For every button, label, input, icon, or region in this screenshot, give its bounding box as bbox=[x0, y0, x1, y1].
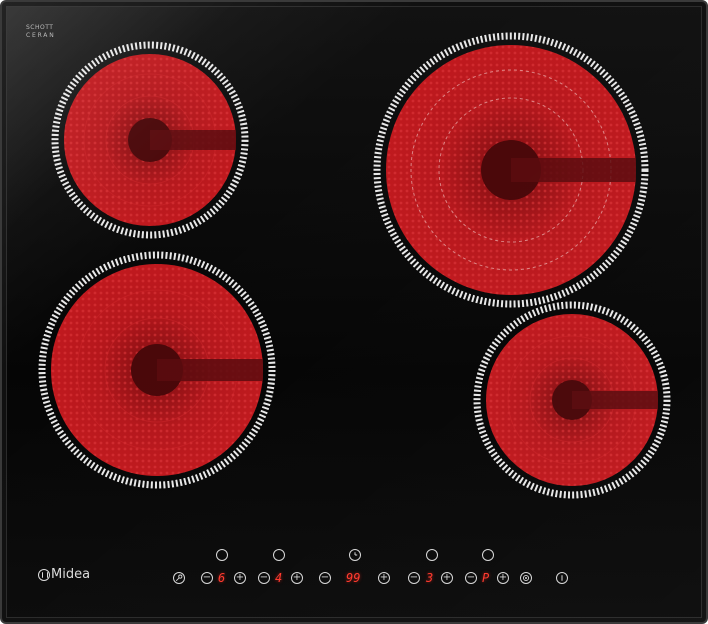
zone-3-plus-button[interactable]: + bbox=[441, 572, 453, 584]
zone-2-minus-button[interactable]: − bbox=[258, 572, 270, 584]
zone-3-display: 3 bbox=[426, 571, 434, 585]
brand-logo: Midea bbox=[38, 567, 90, 582]
zone-select-button-2[interactable] bbox=[273, 549, 285, 561]
zone-4-plus-button[interactable]: + bbox=[497, 572, 509, 584]
zone-select-button-1[interactable] bbox=[216, 549, 228, 561]
timer-plus-button[interactable]: + bbox=[378, 572, 390, 584]
zone-1-plus-button[interactable]: + bbox=[234, 572, 246, 584]
zone-3-minus-button[interactable]: − bbox=[408, 572, 420, 584]
zone-4-minus-button[interactable]: − bbox=[465, 572, 477, 584]
zone-select-button-3[interactable] bbox=[426, 549, 438, 561]
logo-line-2: CERAN bbox=[26, 32, 56, 39]
logo-line-1: SCHOTT bbox=[26, 24, 54, 31]
zone-select-button-4[interactable] bbox=[482, 549, 494, 561]
cooktop-panel: SCHOTT CERAN Midea − 6 + − 4 + − 99 + − … bbox=[0, 0, 708, 624]
timer-icon[interactable] bbox=[349, 549, 361, 561]
zone-1-display: 6 bbox=[218, 571, 226, 585]
lock-key-icon[interactable] bbox=[173, 572, 185, 584]
brand-name: Midea bbox=[51, 567, 91, 582]
cooking-zones bbox=[2, 2, 706, 622]
power-icon[interactable] bbox=[556, 572, 568, 584]
schott-ceran-logo: SCHOTT CERAN bbox=[26, 24, 56, 40]
zone-4-display: P bbox=[482, 571, 490, 585]
brand-mark-icon bbox=[38, 568, 50, 581]
timer-display: 99 bbox=[346, 571, 361, 585]
timer-minus-button[interactable]: − bbox=[319, 572, 331, 584]
dual-zone-icon[interactable] bbox=[520, 572, 532, 584]
zone-2-display: 4 bbox=[275, 571, 283, 585]
zone-1-minus-button[interactable]: − bbox=[201, 572, 213, 584]
zone-2-plus-button[interactable]: + bbox=[291, 572, 303, 584]
